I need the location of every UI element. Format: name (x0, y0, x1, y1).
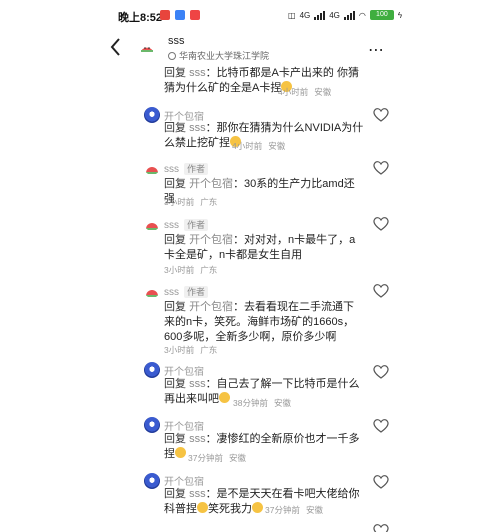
comment-author[interactable]: sss 作者 (164, 163, 209, 175)
school-name: 华南农业大学珠江学院 (179, 51, 270, 61)
comment-author[interactable]: 开个包宿 (164, 363, 204, 378)
avatar[interactable] (145, 219, 159, 231)
avatar[interactable] (144, 362, 160, 378)
signal-label: 4G (299, 10, 311, 20)
app-notification-icon (160, 10, 170, 20)
comment-meta: 3小时前 广东 (164, 197, 218, 207)
app-notification-icon (175, 10, 185, 20)
emoji-icon (175, 447, 186, 458)
author-badge: 作者 (184, 219, 209, 231)
status-bar: 晚上8:52 ◫ 4G 4G ◠ 100 ϟ (0, 0, 500, 32)
avatar[interactable] (144, 107, 160, 123)
comment-meta: 4小时前 安徽 (278, 87, 332, 97)
battery-icon: 100 (369, 10, 394, 20)
avatar[interactable] (144, 417, 160, 433)
emoji-icon (219, 392, 230, 403)
like-button[interactable] (373, 216, 389, 231)
app-notification-icon (190, 10, 200, 20)
system-icons: ◫ 4G 4G ◠ 100 ϟ (288, 10, 402, 20)
signal-label: 4G (329, 10, 340, 20)
like-button[interactable] (373, 523, 389, 532)
like-button[interactable] (373, 364, 389, 379)
signal-icon (343, 10, 355, 20)
heart-icon (373, 419, 389, 433)
emoji-icon (252, 502, 263, 513)
like-button[interactable] (373, 474, 389, 489)
heart-icon (373, 524, 389, 532)
comment-author[interactable]: 开个包宿 (164, 418, 204, 433)
comment-text[interactable]: 回复 sss：是不是天天在看卡吧大佬给你科普捏 笑死我力 (164, 487, 364, 517)
wifi-icon: ◠ (358, 10, 366, 20)
comment-author[interactable]: 开个包宿 (164, 473, 204, 488)
avatar[interactable] (145, 163, 159, 175)
back-button[interactable] (106, 35, 126, 59)
chevron-left-icon (110, 38, 120, 56)
signal-icon (314, 10, 326, 20)
comment-author[interactable]: sss 作者 (164, 286, 209, 298)
avatar[interactable] (140, 40, 154, 54)
user-name[interactable]: sss (168, 35, 185, 47)
comment-meta: 37分钟前 安徽 (265, 505, 323, 515)
like-button[interactable] (373, 418, 389, 433)
heart-icon (373, 161, 389, 175)
author-badge: 作者 (184, 286, 209, 298)
comment-author[interactable]: sss 作者 (164, 219, 209, 231)
status-time: 晚上8:52 (118, 12, 163, 24)
emoji-icon (197, 502, 208, 513)
comment-meta: 4小时前 安徽 (232, 141, 286, 151)
nfc-icon: ◫ (288, 10, 296, 20)
avatar[interactable] (144, 473, 160, 489)
comment-meta: 3小时前 广东 (164, 345, 218, 355)
heart-icon (373, 284, 389, 298)
school-label: 华南农业大学珠江学院 (168, 49, 269, 62)
comment-meta: 37分钟前 安徽 (188, 453, 246, 463)
heart-icon (373, 217, 389, 231)
heart-icon (373, 475, 389, 489)
comment-meta: 3小时前 广东 (164, 265, 218, 275)
comment-text[interactable]: 回复 开个包宿：对对对，n卡最牛了，a卡全是矿，n卡都是女生自用 (164, 233, 364, 263)
more-button[interactable]: ⋯ (368, 40, 385, 60)
like-button[interactable] (373, 107, 389, 122)
author-badge: 作者 (184, 163, 209, 175)
school-icon (168, 51, 176, 60)
comment-text[interactable]: 回复 开个包宿：去看看现在二手流通下来的n卡，笑死。海鲜市场矿的1660s，60… (164, 300, 364, 345)
notification-icons (160, 10, 200, 20)
like-button[interactable] (373, 283, 389, 298)
like-button[interactable] (373, 160, 389, 175)
heart-icon (373, 108, 389, 122)
charging-icon: ϟ (397, 10, 403, 20)
avatar[interactable] (145, 286, 159, 298)
comment-meta: 38分钟前 安徽 (233, 398, 291, 408)
heart-icon (373, 365, 389, 379)
chat-header: sss 华南农业大学珠江学院 ⋯ (0, 32, 500, 64)
